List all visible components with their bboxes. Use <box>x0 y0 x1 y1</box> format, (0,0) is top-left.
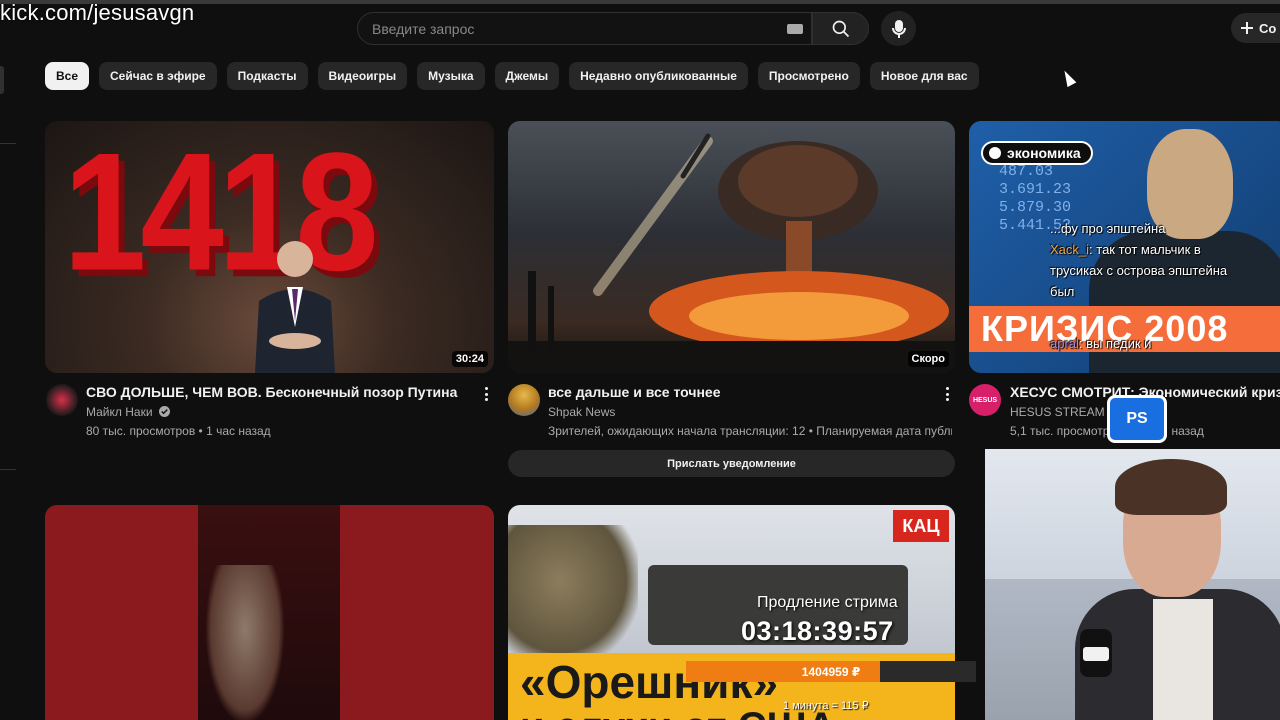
voice-search-button[interactable] <box>881 11 916 46</box>
video-meta: Зрителей, ожидающих начала трансляции: 1… <box>548 424 952 438</box>
chip-live[interactable]: Сейчас в эфире <box>99 62 217 90</box>
channel-name[interactable]: Майкл Наки <box>86 405 170 419</box>
sidebar-divider <box>0 469 16 470</box>
channel-avatar[interactable] <box>46 384 78 416</box>
chat-message: был <box>1050 284 1075 299</box>
video-thumbnail[interactable] <box>45 505 494 720</box>
sidebar-divider <box>0 143 16 144</box>
person-figure-icon <box>255 241 335 373</box>
chat-username: apral <box>1050 336 1079 351</box>
search-box[interactable] <box>357 12 812 45</box>
video-meta-time: назад <box>1171 424 1204 438</box>
create-button[interactable]: Со <box>1231 13 1280 43</box>
keyboard-icon[interactable] <box>787 24 803 34</box>
channel-avatar[interactable]: HESUS <box>969 384 1001 416</box>
filter-chips: Все Сейчас в эфире Подкасты Видеоигры Му… <box>45 62 979 90</box>
search-input[interactable] <box>372 13 772 44</box>
channel-name[interactable]: HESUS STREAM <box>1010 405 1105 419</box>
sidebar-edge <box>0 66 4 94</box>
mouse-cursor-icon <box>1060 68 1077 88</box>
stream-extend-label: Продление стрима <box>757 594 898 611</box>
donation-amount: 1404959 ₽ <box>801 664 861 679</box>
chat-message: apral: вы педик и <box>1050 336 1152 351</box>
explosion-scene-icon <box>508 133 955 373</box>
streamer-hair <box>1115 459 1227 515</box>
stream-timer: 03:18:39:57 <box>741 616 894 646</box>
mic-icon <box>891 19 906 38</box>
microphone-logo-icon <box>1083 647 1109 661</box>
chat-message: Xack_i: так тот мальчик в <box>1050 242 1201 257</box>
search-icon <box>832 20 849 37</box>
streamer-shirt <box>1153 599 1213 720</box>
video-duration: Скоро <box>907 351 949 367</box>
chip-podcasts[interactable]: Подкасты <box>226 62 308 90</box>
soldier-figure-icon <box>508 525 638 665</box>
thumbnail-badge: КАЦ <box>893 510 949 542</box>
video-menu-icon[interactable] <box>485 387 489 401</box>
search-button[interactable] <box>812 12 869 45</box>
donation-rate: 1 минута = 115 ₽ <box>783 700 869 712</box>
verified-icon <box>158 406 170 417</box>
video-thumbnail[interactable]: Скоро <box>508 121 955 373</box>
chip-jams[interactable]: Джемы <box>494 62 560 90</box>
chip-music[interactable]: Музыка <box>417 62 485 90</box>
stream-watermark: kick.com/jesusavgn <box>0 0 195 25</box>
plus-icon <box>1241 22 1253 34</box>
channel-avatar[interactable] <box>508 384 540 416</box>
video-duration: 30:24 <box>451 351 488 367</box>
video-menu-icon[interactable] <box>946 387 950 401</box>
video-thumbnail[interactable]: 1418 30:24 <box>45 121 494 373</box>
chip-watched[interactable]: Просмотрено <box>757 62 860 90</box>
person-figure-icon <box>205 565 285 720</box>
chat-message: трусиках с острова эпштейна <box>1050 263 1228 278</box>
chip-new-for-you[interactable]: Новое для вас <box>869 62 979 90</box>
chip-recently-uploaded[interactable]: Недавно опубликованные <box>569 62 748 90</box>
chip-all[interactable]: Все <box>45 62 90 90</box>
stream-chat-overlay: ...фу про эпштейна Xack_i: так тот мальч… <box>1050 218 1227 354</box>
video-title[interactable]: СВО ДОЛЬШЕ, ЧЕМ ВОВ. Бесконечный позор П… <box>86 384 476 400</box>
video-meta: 80 тыс. просмотров • 1 час назад <box>86 424 271 438</box>
chat-username: Xack_i <box>1050 242 1090 257</box>
video-title[interactable]: все дальше и все точнее <box>548 384 938 400</box>
donation-progress-bar: 1404959 ₽ <box>686 661 976 682</box>
chat-message: ...фу про эпштейна <box>1050 221 1166 236</box>
ps-badge-icon: PS <box>1107 395 1167 443</box>
video-meta-views: 5,1 тыс. просмотр <box>1010 424 1110 438</box>
create-label: Со <box>1259 20 1277 36</box>
chip-videogames[interactable]: Видеоигры <box>317 62 408 90</box>
video-thumbnail[interactable]: КАЦ «Орешник» и слухи от США <box>508 505 955 720</box>
channel-name[interactable]: Shpak News <box>548 405 615 419</box>
channel-name-text: Майкл Наки <box>86 405 153 419</box>
notify-button[interactable]: Прислать уведомление <box>508 450 955 477</box>
webcam-feed <box>985 449 1280 720</box>
thumbnail-badge: экономика <box>981 141 1093 165</box>
